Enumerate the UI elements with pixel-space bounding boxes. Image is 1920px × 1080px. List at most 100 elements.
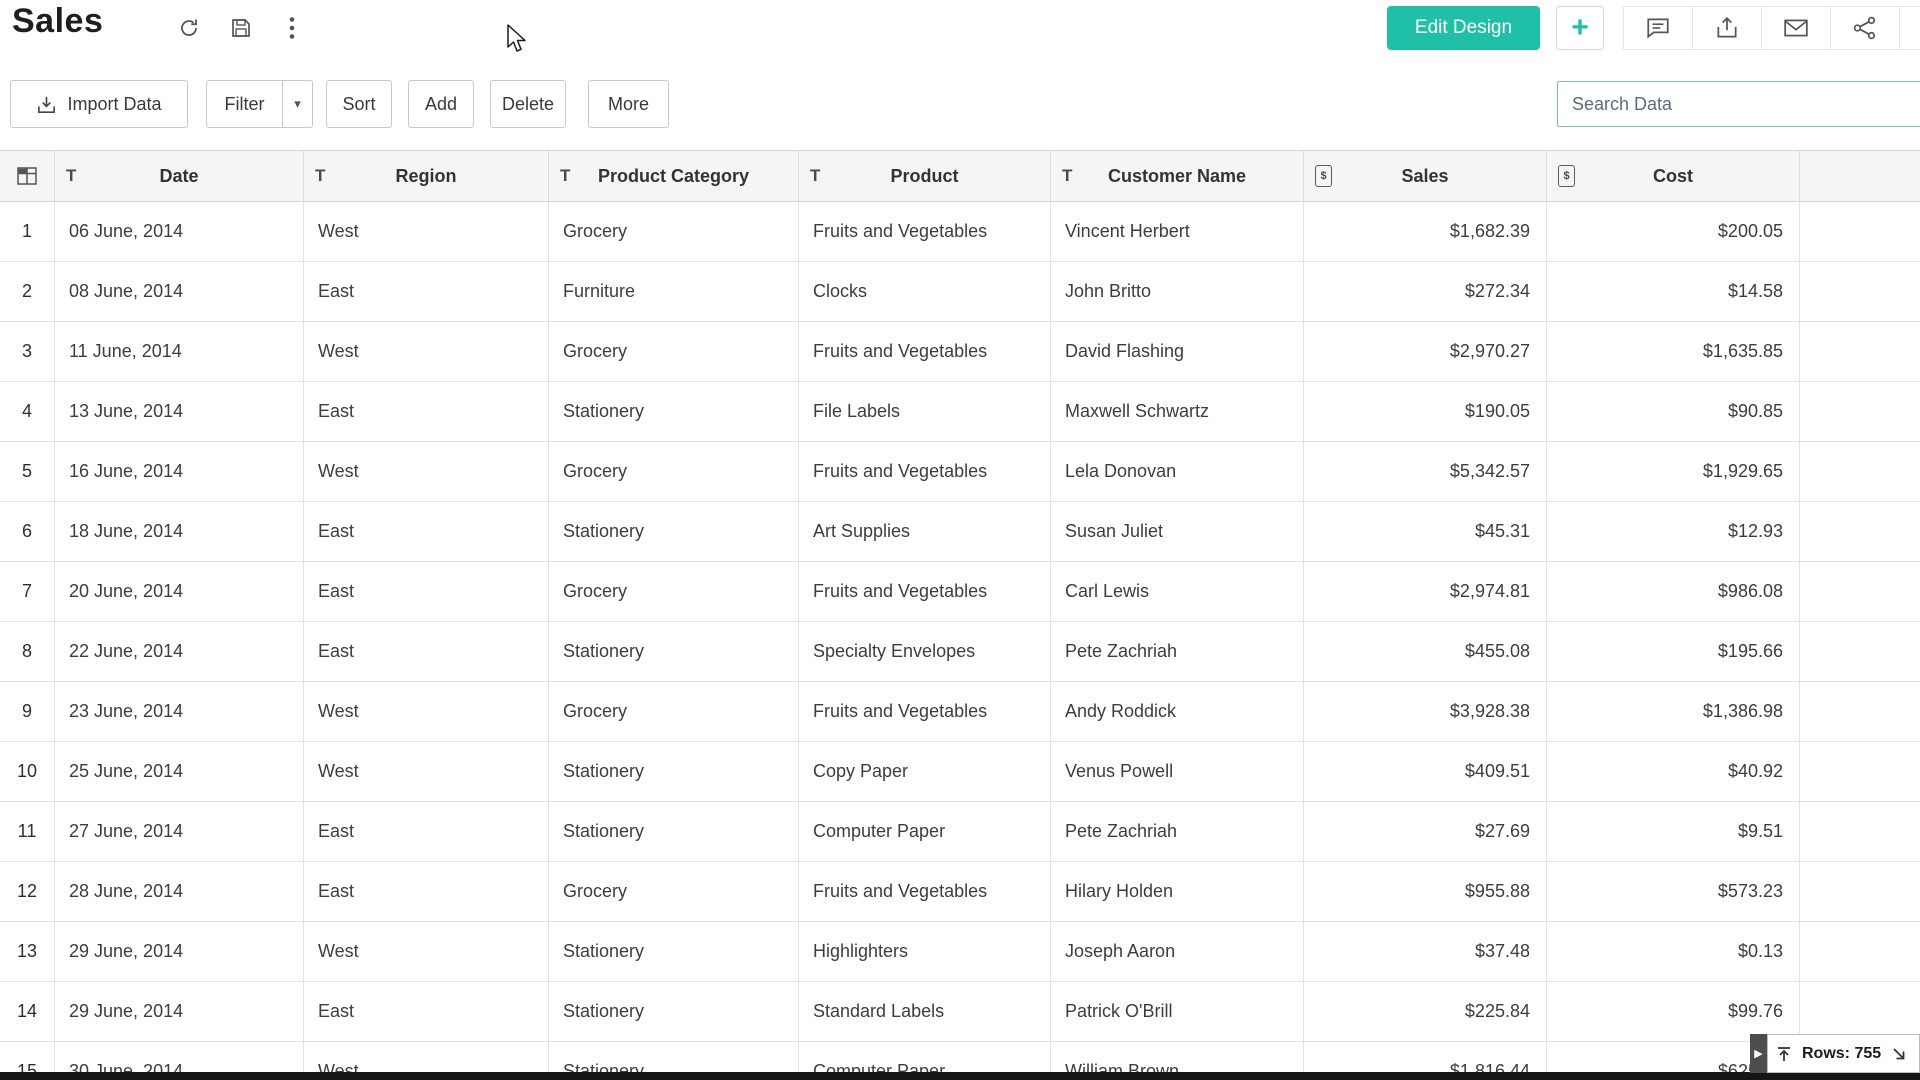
cell-customer[interactable]: Hilary Holden — [1051, 862, 1304, 921]
cell-category[interactable]: Grocery — [549, 442, 799, 501]
row-number[interactable]: 2 — [0, 262, 55, 321]
row-number[interactable]: 3 — [0, 322, 55, 381]
cell-customer[interactable]: Lela Donovan — [1051, 442, 1304, 501]
cell-product[interactable]: Computer Paper — [799, 802, 1051, 861]
row-number[interactable]: 4 — [0, 382, 55, 441]
cell-date[interactable]: 27 June, 2014 — [55, 802, 304, 861]
cell-sales[interactable]: $190.05 — [1304, 382, 1547, 441]
filter-button[interactable]: Filter — [206, 80, 283, 128]
row-number[interactable]: 13 — [0, 922, 55, 981]
cell-cost[interactable]: $1,635.85 — [1547, 322, 1800, 381]
cell-product[interactable]: Computer Paper — [799, 1042, 1051, 1073]
cell-cost[interactable]: $90.85 — [1547, 382, 1800, 441]
cell-category[interactable]: Grocery — [549, 862, 799, 921]
cell-sales[interactable]: $1,682.39 — [1304, 202, 1547, 261]
table-row[interactable]: 208 June, 2014EastFurnitureClocksJohn Br… — [0, 262, 1920, 322]
cell-region[interactable]: West — [304, 322, 549, 381]
cell-cost[interactable]: $40.92 — [1547, 742, 1800, 801]
cell-product[interactable]: Fruits and Vegetables — [799, 202, 1051, 261]
column-header-product[interactable]: TProduct — [799, 151, 1051, 201]
cell-region[interactable]: East — [304, 502, 549, 561]
cell-region[interactable]: East — [304, 622, 549, 681]
cell-date[interactable]: 29 June, 2014 — [55, 982, 304, 1041]
cell-category[interactable]: Stationery — [549, 802, 799, 861]
cell-product[interactable]: Specialty Envelopes — [799, 622, 1051, 681]
cell-customer[interactable]: Vincent Herbert — [1051, 202, 1304, 261]
table-row[interactable]: 516 June, 2014WestGroceryFruits and Vege… — [0, 442, 1920, 502]
row-number[interactable]: 9 — [0, 682, 55, 741]
delete-button[interactable]: Delete — [490, 80, 566, 128]
row-number[interactable]: 15 — [0, 1042, 55, 1073]
cell-category[interactable]: Stationery — [549, 742, 799, 801]
import-data-button[interactable]: Import Data — [10, 80, 188, 128]
cell-date[interactable]: 08 June, 2014 — [55, 262, 304, 321]
cell-date[interactable]: 29 June, 2014 — [55, 922, 304, 981]
cell-region[interactable]: East — [304, 862, 549, 921]
row-number[interactable]: 14 — [0, 982, 55, 1041]
cell-region[interactable]: East — [304, 382, 549, 441]
cell-category[interactable]: Stationery — [549, 922, 799, 981]
cell-cost[interactable]: $12.93 — [1547, 502, 1800, 561]
cell-sales[interactable]: $45.31 — [1304, 502, 1547, 561]
cell-customer[interactable]: Patrick O'Brill — [1051, 982, 1304, 1041]
cell-category[interactable]: Stationery — [549, 982, 799, 1041]
cell-category[interactable]: Grocery — [549, 682, 799, 741]
row-number[interactable]: 6 — [0, 502, 55, 561]
scroll-to-end-icon[interactable] — [1890, 1045, 1908, 1063]
cell-category[interactable]: Grocery — [549, 562, 799, 621]
cell-product[interactable]: Art Supplies — [799, 502, 1051, 561]
search-input[interactable] — [1557, 81, 1920, 127]
scroll-to-top-icon[interactable] — [1775, 1045, 1793, 1063]
cell-sales[interactable]: $272.34 — [1304, 262, 1547, 321]
cell-cost[interactable]: $0.13 — [1547, 922, 1800, 981]
cell-product[interactable]: Fruits and Vegetables — [799, 862, 1051, 921]
row-number[interactable]: 8 — [0, 622, 55, 681]
cell-category[interactable]: Stationery — [549, 502, 799, 561]
cell-product[interactable]: Fruits and Vegetables — [799, 562, 1051, 621]
cell-region[interactable]: East — [304, 802, 549, 861]
sort-button[interactable]: Sort — [326, 80, 392, 128]
cell-customer[interactable]: Maxwell Schwartz — [1051, 382, 1304, 441]
cell-sales[interactable]: $27.69 — [1304, 802, 1547, 861]
cell-sales[interactable]: $2,974.81 — [1304, 562, 1547, 621]
cell-cost[interactable]: $986.08 — [1547, 562, 1800, 621]
cell-category[interactable]: Furniture — [549, 262, 799, 321]
cell-cost[interactable]: $9.51 — [1547, 802, 1800, 861]
column-header-cost[interactable]: $Cost — [1547, 151, 1800, 201]
column-header-customer-name[interactable]: TCustomer Name — [1051, 151, 1304, 201]
cell-region[interactable]: East — [304, 982, 549, 1041]
column-header-region[interactable]: TRegion — [304, 151, 549, 201]
cell-region[interactable]: West — [304, 442, 549, 501]
table-row[interactable]: 618 June, 2014EastStationeryArt Supplies… — [0, 502, 1920, 562]
cell-date[interactable]: 11 June, 2014 — [55, 322, 304, 381]
table-row[interactable]: 1127 June, 2014EastStationeryComputer Pa… — [0, 802, 1920, 862]
cell-sales[interactable]: $1,816.44 — [1304, 1042, 1547, 1073]
cell-date[interactable]: 25 June, 2014 — [55, 742, 304, 801]
cell-customer[interactable]: Joseph Aaron — [1051, 922, 1304, 981]
cell-sales[interactable]: $955.88 — [1304, 862, 1547, 921]
row-number[interactable]: 11 — [0, 802, 55, 861]
cell-region[interactable]: East — [304, 562, 549, 621]
row-number[interactable]: 12 — [0, 862, 55, 921]
rows-panel-toggle[interactable]: ▶ — [1750, 1034, 1767, 1073]
cell-product[interactable]: File Labels — [799, 382, 1051, 441]
table-row[interactable]: 1025 June, 2014WestStationeryCopy PaperV… — [0, 742, 1920, 802]
table-row[interactable]: 106 June, 2014WestGroceryFruits and Vege… — [0, 202, 1920, 262]
cell-date[interactable]: 22 June, 2014 — [55, 622, 304, 681]
cell-sales[interactable]: $2,970.27 — [1304, 322, 1547, 381]
cell-sales[interactable]: $455.08 — [1304, 622, 1547, 681]
filter-dropdown-button[interactable]: ▾ — [282, 80, 313, 128]
cell-product[interactable]: Fruits and Vegetables — [799, 322, 1051, 381]
row-number[interactable]: 1 — [0, 202, 55, 261]
column-header-sales[interactable]: $Sales — [1304, 151, 1547, 201]
cell-date[interactable]: 13 June, 2014 — [55, 382, 304, 441]
cell-customer[interactable]: Pete Zachriah — [1051, 622, 1304, 681]
cell-product[interactable]: Fruits and Vegetables — [799, 442, 1051, 501]
cell-sales[interactable]: $225.84 — [1304, 982, 1547, 1041]
cell-category[interactable]: Grocery — [549, 322, 799, 381]
cell-sales[interactable]: $409.51 — [1304, 742, 1547, 801]
table-row[interactable]: 1329 June, 2014WestStationeryHighlighter… — [0, 922, 1920, 982]
cell-product[interactable]: Standard Labels — [799, 982, 1051, 1041]
cell-category[interactable]: Stationery — [549, 1042, 799, 1073]
cell-customer[interactable]: Andy Roddick — [1051, 682, 1304, 741]
